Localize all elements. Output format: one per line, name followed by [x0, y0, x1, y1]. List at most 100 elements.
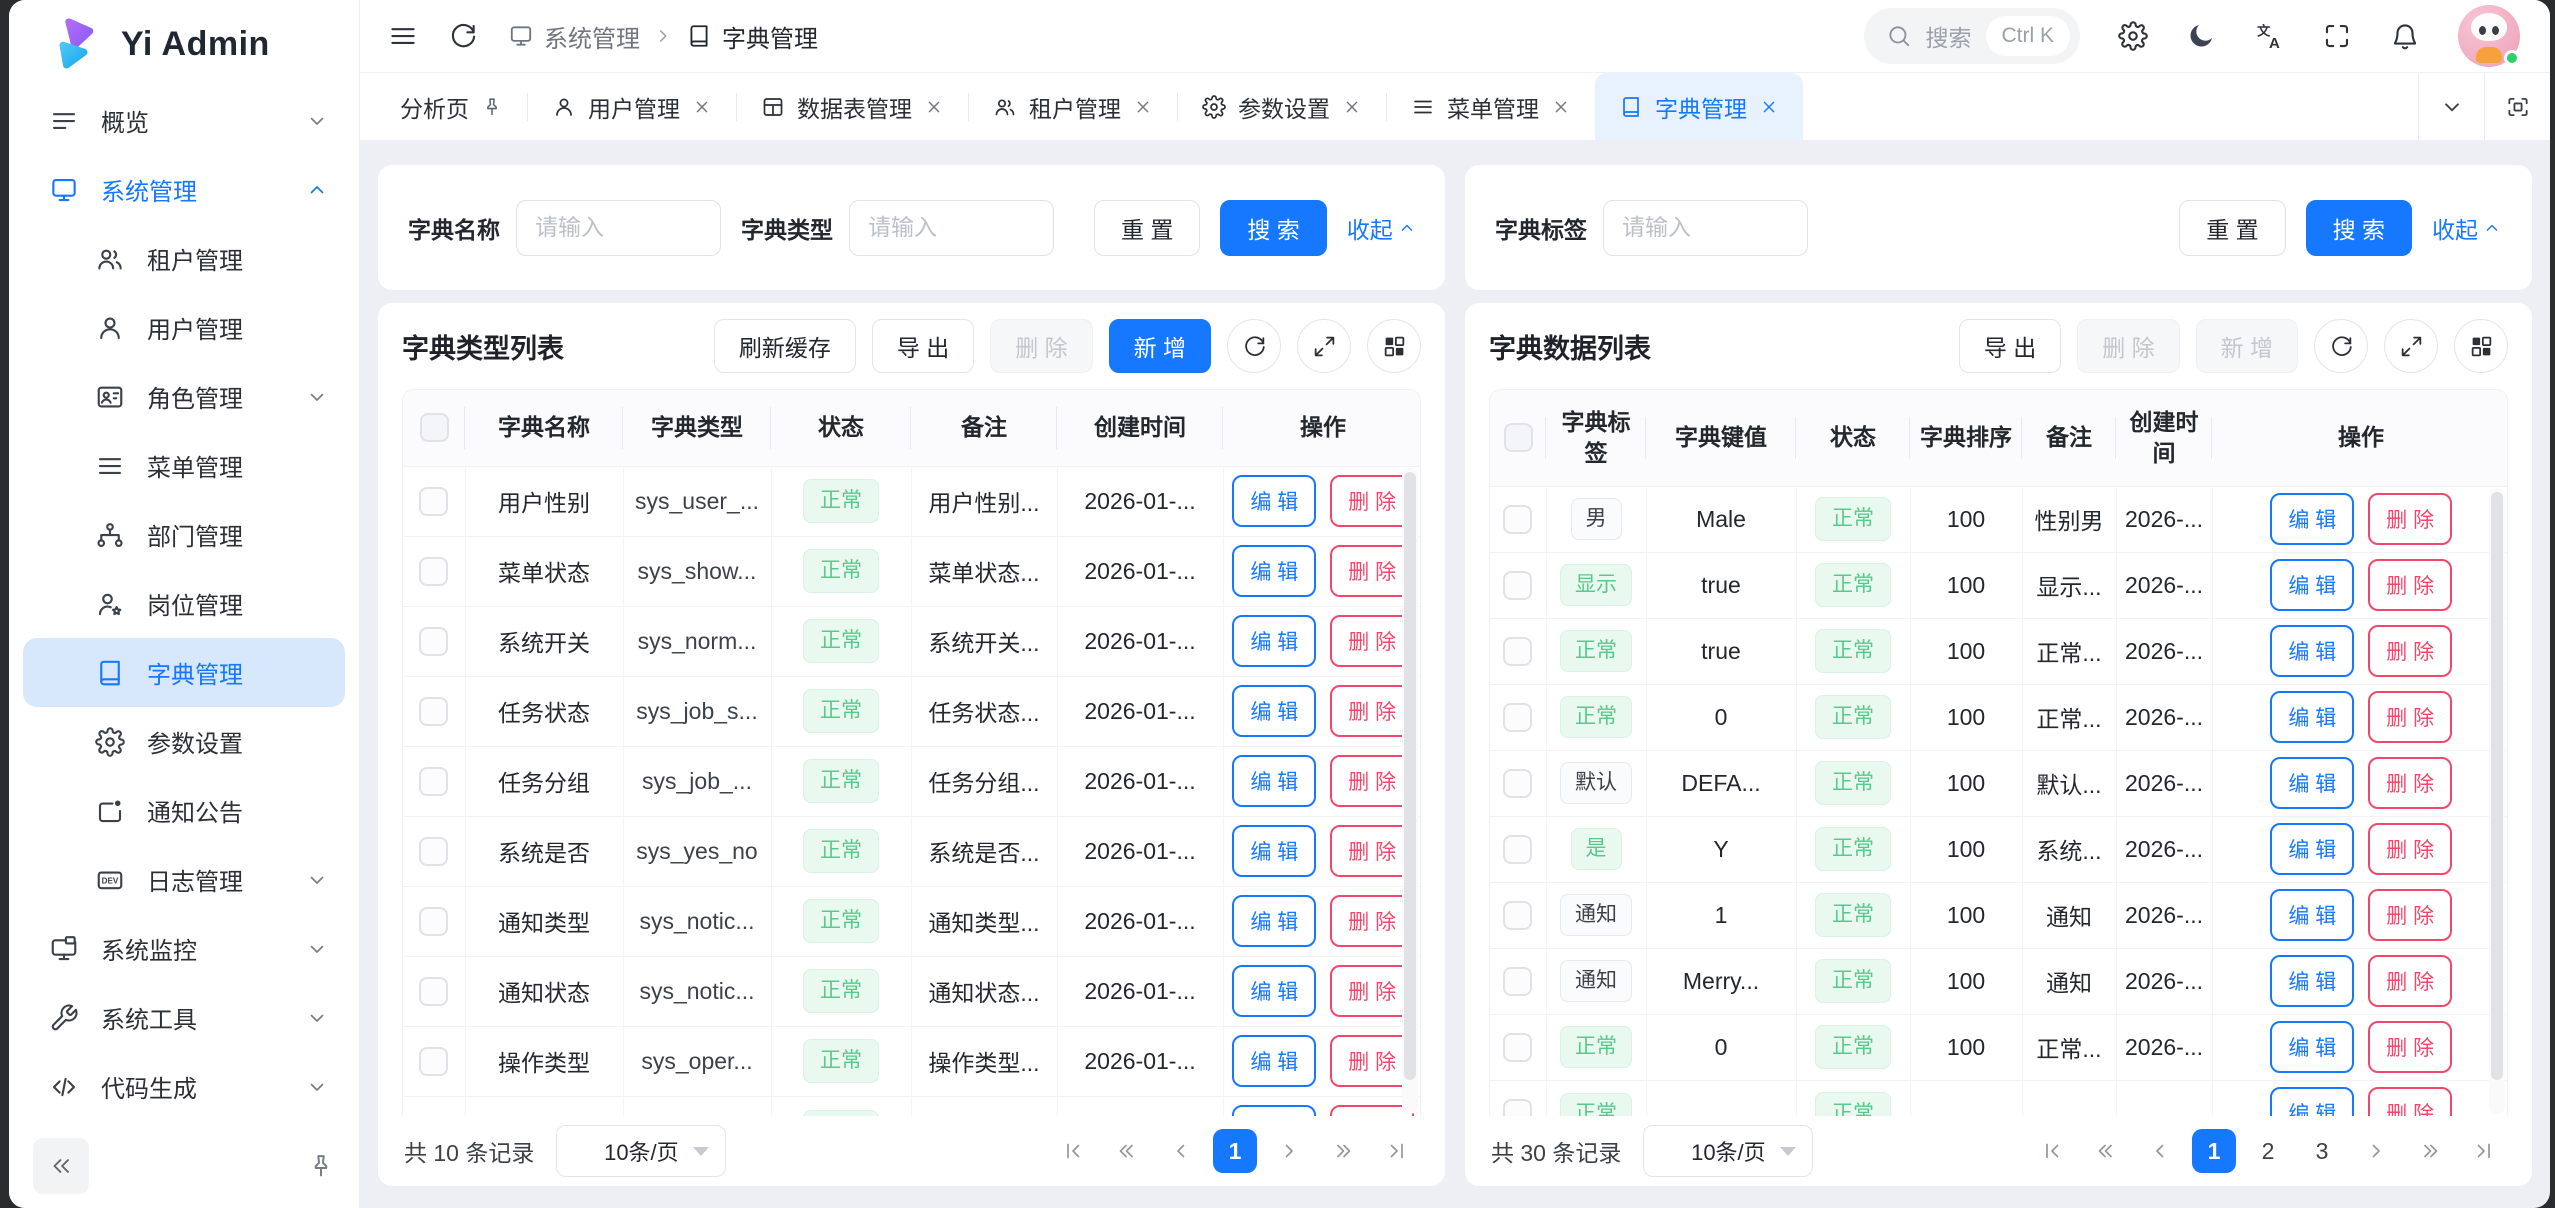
gear-icon[interactable] — [2118, 21, 2148, 51]
page-prev-button[interactable] — [1159, 1129, 1203, 1173]
edit-button[interactable]: 编 辑 — [2270, 625, 2354, 677]
edit-button[interactable]: 编 辑 — [1232, 755, 1316, 807]
sidebar-item-user[interactable]: 用户管理 — [23, 293, 345, 362]
edit-button[interactable]: 编 辑 — [2270, 955, 2354, 1007]
dict-type-input[interactable] — [849, 200, 1054, 256]
page-next-button[interactable] — [2354, 1129, 2398, 1173]
breadcrumb-item-system[interactable]: 系统管理 — [508, 19, 640, 54]
hamburger-icon[interactable] — [388, 21, 418, 51]
page-prev-jump-button[interactable] — [1105, 1129, 1149, 1173]
sidebar-item-overview[interactable]: 概览 — [23, 86, 345, 155]
sidebar-item-tool[interactable]: 系统工具 — [23, 983, 345, 1052]
row-checkbox[interactable] — [1503, 637, 1532, 666]
sidebar-item-code[interactable]: 代码生成 — [23, 1052, 345, 1121]
edit-button[interactable]: 编 辑 — [1232, 475, 1316, 527]
fullscreen-icon[interactable] — [2322, 21, 2352, 51]
table-refresh-button[interactable] — [1227, 319, 1281, 373]
tab-analysis[interactable]: 分析页 — [376, 73, 527, 140]
column-settings-button[interactable] — [1367, 319, 1421, 373]
sidebar-item-system[interactable]: 系统管理 — [23, 155, 345, 224]
refresh-icon[interactable] — [448, 21, 478, 51]
edit-button[interactable]: 编 辑 — [2270, 559, 2354, 611]
row-checkbox[interactable] — [419, 977, 448, 1006]
delete-button[interactable]: 删 除 — [2368, 493, 2452, 545]
close-icon[interactable] — [692, 97, 712, 117]
page-number-1[interactable]: 1 — [2192, 1129, 2236, 1173]
add-button[interactable]: 新 增 — [1109, 319, 1211, 373]
moon-icon[interactable] — [2186, 21, 2216, 51]
page-next-jump-button[interactable] — [2408, 1129, 2452, 1173]
page-size-select[interactable]: 10条/页 — [556, 1125, 726, 1177]
sidebar-item-sysmonitor[interactable]: 系统监控 — [23, 914, 345, 983]
bell-icon[interactable] — [2390, 21, 2420, 51]
scrollbar-thumb[interactable] — [2491, 492, 2503, 1080]
row-checkbox[interactable] — [1503, 967, 1532, 996]
reset-button[interactable]: 重 置 — [2179, 200, 2285, 256]
delete-button[interactable]: 删 除 — [2368, 757, 2452, 809]
select-all-checkbox[interactable] — [1504, 423, 1533, 452]
delete-button[interactable]: 删 除 — [2368, 625, 2452, 677]
row-checkbox[interactable] — [1503, 1033, 1532, 1062]
row-checkbox[interactable] — [1503, 769, 1532, 798]
edit-button[interactable]: 编 辑 — [2270, 1087, 2354, 1116]
delete-button[interactable]: 删 除 — [2368, 955, 2452, 1007]
page-first-button[interactable] — [1051, 1129, 1095, 1173]
row-checkbox[interactable] — [419, 627, 448, 656]
pin-icon[interactable] — [481, 96, 503, 118]
search-button[interactable]: 搜 索 — [1220, 200, 1326, 256]
delete-button[interactable]: 删 除 — [2368, 889, 2452, 941]
close-icon[interactable] — [924, 97, 944, 117]
sidebar-pin-icon[interactable] — [307, 1152, 335, 1180]
row-checkbox[interactable] — [1503, 835, 1532, 864]
row-checkbox[interactable] — [419, 907, 448, 936]
row-checkbox[interactable] — [1503, 571, 1532, 600]
row-checkbox[interactable] — [419, 837, 448, 866]
page-prev-jump-button[interactable] — [2084, 1129, 2128, 1173]
close-icon[interactable] — [1133, 97, 1153, 117]
delete-button[interactable]: 删 除 — [2368, 1021, 2452, 1073]
select-all-checkbox[interactable] — [420, 413, 449, 442]
add-button[interactable]: 新 增 — [2196, 319, 2298, 373]
delete-button[interactable]: 删 除 — [2368, 1087, 2452, 1116]
edit-button[interactable]: 编 辑 — [1232, 825, 1316, 877]
tab-book[interactable]: 字典管理 — [1595, 73, 1803, 140]
edit-button[interactable]: 编 辑 — [1232, 895, 1316, 947]
page-next-button[interactable] — [1267, 1129, 1311, 1173]
page-next-jump-button[interactable] — [1321, 1129, 1365, 1173]
delete-button[interactable]: 删 除 — [2368, 691, 2452, 743]
search-button[interactable]: 搜 索 — [2306, 200, 2412, 256]
edit-button[interactable]: 编 辑 — [1232, 545, 1316, 597]
row-checkbox[interactable] — [1503, 505, 1532, 534]
export-button[interactable]: 导 出 — [1959, 319, 2061, 373]
row-checkbox[interactable] — [419, 557, 448, 586]
edit-button[interactable]: 编 辑 — [2270, 1021, 2354, 1073]
dict-name-input[interactable] — [516, 200, 721, 256]
tabs-menu-button[interactable] — [2418, 73, 2484, 140]
page-number-2[interactable]: 2 — [2246, 1129, 2290, 1173]
close-icon[interactable] — [1551, 97, 1571, 117]
sidebar-item-book[interactable]: 字典管理 — [23, 638, 345, 707]
close-icon[interactable] — [1342, 97, 1362, 117]
edit-button[interactable]: 编 辑 — [1232, 685, 1316, 737]
sidebar-item-log[interactable]: DEV日志管理 — [23, 845, 345, 914]
row-checkbox[interactable] — [1503, 703, 1532, 732]
global-search[interactable]: 搜索 Ctrl K — [1864, 8, 2081, 64]
sidebar-item-gear[interactable]: 参数设置 — [23, 707, 345, 776]
row-checkbox[interactable] — [419, 487, 448, 516]
row-checkbox[interactable] — [1503, 1099, 1532, 1116]
breadcrumb-item-dict[interactable]: 字典管理 — [686, 19, 818, 54]
table-fullscreen-button[interactable] — [2384, 319, 2438, 373]
collapse-search-link[interactable]: 收起 — [2432, 211, 2502, 245]
sidebar-item-role[interactable]: 角色管理 — [23, 362, 345, 431]
content-fullscreen-button[interactable] — [2484, 73, 2550, 140]
table-fullscreen-button[interactable] — [1297, 319, 1351, 373]
page-prev-button[interactable] — [2138, 1129, 2182, 1173]
edit-button[interactable]: 编 辑 — [1232, 1035, 1316, 1087]
close-icon[interactable] — [1759, 97, 1779, 117]
tab-user[interactable]: 用户管理 — [528, 73, 736, 140]
refresh-cache-button[interactable]: 刷新缓存 — [714, 319, 856, 373]
page-first-button[interactable] — [2030, 1129, 2074, 1173]
page-number-1[interactable]: 1 — [1213, 1129, 1257, 1173]
edit-button[interactable]: 编 辑 — [2270, 691, 2354, 743]
row-checkbox[interactable] — [419, 697, 448, 726]
